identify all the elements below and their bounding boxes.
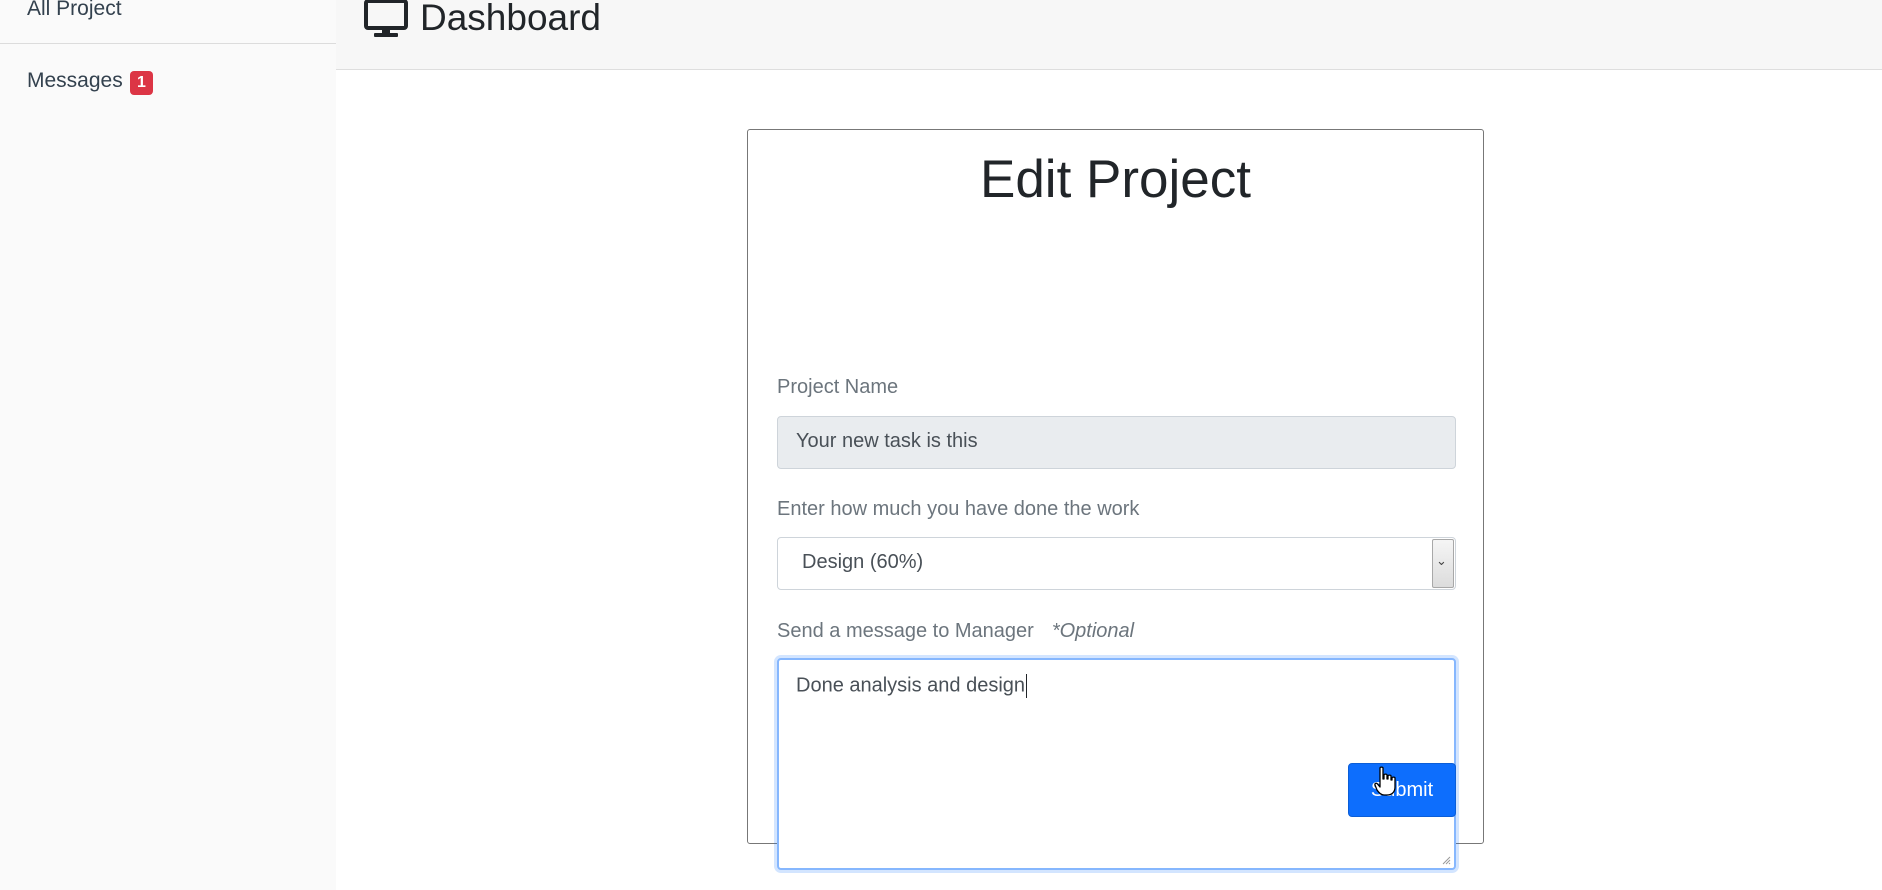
- submit-button[interactable]: Submit: [1348, 763, 1456, 817]
- form-title: Edit Project: [979, 150, 1251, 209]
- edit-project-card: Edit Project Project Name Your new task …: [747, 129, 1484, 870]
- hand-pointer-cursor-icon: [1374, 766, 1396, 796]
- sidebar-item-messages[interactable]: Messages 1: [0, 64, 336, 100]
- sidebar-item-label: All Project: [27, 0, 122, 20]
- resize-grip-icon[interactable]: [1441, 855, 1451, 865]
- monitor-icon: [364, 0, 408, 37]
- project-name-value: Your new task is this: [796, 430, 978, 452]
- sidebar-item-label: Messages: [27, 69, 123, 92]
- message-value: Done analysis and design: [796, 674, 1026, 697]
- text-caret: [1026, 674, 1028, 698]
- sidebar: All Project Messages 1: [0, 0, 336, 890]
- progress-select[interactable]: Design (60%) ⌄: [777, 537, 1456, 590]
- project-name-label: Project Name: [777, 376, 899, 398]
- messages-count-badge: 1: [130, 71, 153, 95]
- message-label: Send a message to Manager *Optional: [777, 620, 1134, 643]
- dropdown-button[interactable]: ⌄: [1432, 539, 1454, 588]
- message-label-text: Send a message to Manager: [777, 620, 1034, 642]
- progress-selected-value: Design (60%): [802, 551, 924, 573]
- optional-note: *Optional: [1051, 620, 1135, 642]
- chevron-down-icon: ⌄: [1436, 553, 1447, 568]
- page-title: Dashboard: [420, 0, 602, 38]
- header-bar: Dashboard: [336, 0, 1882, 70]
- progress-label: Enter how much you have done the work: [777, 498, 1140, 520]
- sidebar-item-all-project[interactable]: All Project: [0, 0, 336, 44]
- project-name-field[interactable]: Your new task is this: [777, 416, 1456, 469]
- message-textarea-text: Done analysis and design: [796, 674, 1028, 698]
